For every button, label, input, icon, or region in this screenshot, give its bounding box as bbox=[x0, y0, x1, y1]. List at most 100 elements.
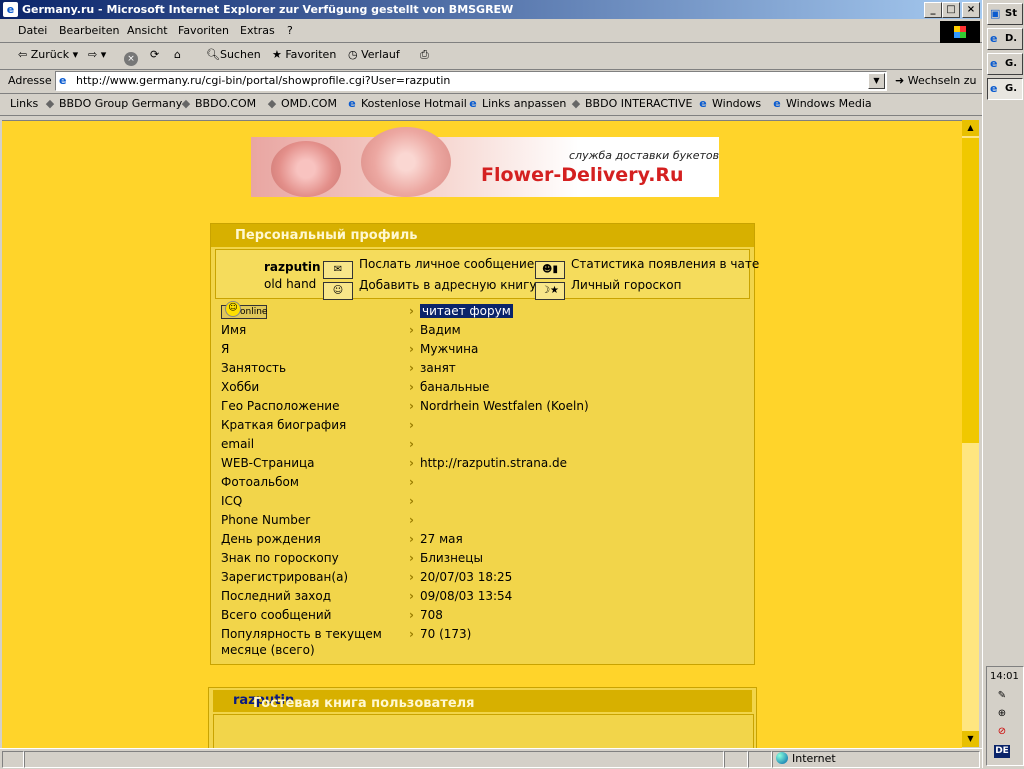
vertical-scrollbar[interactable]: ▲ ▼ bbox=[962, 120, 979, 747]
profile-row: Я › Мужчина bbox=[221, 342, 479, 356]
windows-logo-icon bbox=[940, 21, 980, 43]
system-tray: 14:01 ✎ ⊕ ⊘ DE bbox=[986, 666, 1024, 766]
back-button[interactable]: ⇦ Zurück ▾ bbox=[18, 48, 78, 61]
chat-stats-icon: ☻▮ bbox=[535, 261, 565, 279]
title-bar: e Germany.ru - Microsoft Internet Explor… bbox=[0, 0, 982, 19]
guestbook-header: Гостевая книга пользователя razputin bbox=[213, 690, 752, 712]
history-button[interactable]: ◷ Verlauf bbox=[348, 48, 400, 61]
profile-row: Занятость › занят bbox=[221, 361, 456, 375]
maximize-button[interactable]: □ bbox=[942, 2, 960, 18]
pencil-tray-icon[interactable]: ✎ bbox=[995, 689, 1009, 703]
profile-row: ICQ › bbox=[221, 494, 414, 508]
arrow-icon: › bbox=[409, 456, 414, 470]
profile-row: email › bbox=[221, 437, 414, 451]
status-page-icon bbox=[2, 751, 24, 768]
link-hotmail[interactable]: Kostenlose Hotmail bbox=[346, 97, 467, 110]
profile-row: Гео Расположение › Nordrhein Westfalen (Ko… bbox=[221, 399, 589, 413]
search-button[interactable]: 🔍︎Suchen bbox=[206, 48, 261, 61]
profile-row: WEB-Страница › http://razputin.strana.de bbox=[221, 456, 568, 470]
banner-brand: Flower-Delivery.Ru bbox=[481, 164, 684, 186]
addressbook-icon: ☺ bbox=[323, 282, 353, 300]
message-icon: ✉ bbox=[323, 261, 353, 279]
chat-stats-link[interactable]: ☻▮ Статистика появления в чате bbox=[535, 257, 759, 279]
smiley-icon: ☺ bbox=[225, 301, 241, 317]
ie-icon: e bbox=[990, 32, 998, 45]
globe-icon bbox=[776, 752, 788, 764]
rose-image bbox=[361, 127, 451, 197]
horoscope-link[interactable]: ☽★ Личный гороскоп bbox=[535, 278, 681, 300]
menu-bearbeiten[interactable]: Bearbeiten bbox=[59, 24, 119, 37]
taskbar-item[interactable]: e G. bbox=[987, 53, 1023, 75]
address-input[interactable]: e http://www.germany.ru/cgi-bin/portal/s… bbox=[55, 71, 887, 91]
arrow-icon: › bbox=[409, 304, 414, 318]
profile-row: Всего сообщений › 708 bbox=[221, 608, 443, 622]
menu-bar: Datei Bearbeiten Ansicht Favoriten Extra… bbox=[0, 19, 982, 43]
menu-favoriten[interactable]: Favoriten bbox=[178, 24, 229, 37]
arrow-icon: › bbox=[409, 380, 414, 394]
arrow-icon: › bbox=[409, 437, 414, 451]
web-page-link[interactable]: http://razputin.strana.de bbox=[420, 456, 567, 470]
minimize-button[interactable]: _ bbox=[924, 2, 942, 18]
profile-row: Хобби › банальные bbox=[221, 380, 490, 394]
user-info: razputin old hand ✉ Послать личное сообще… bbox=[215, 249, 759, 300]
stop-icon: × bbox=[124, 52, 138, 66]
arrow-icon: › bbox=[409, 494, 414, 508]
link-bbdo-group[interactable]: BBDO Group Germany bbox=[44, 97, 182, 110]
favorites-button[interactable]: ★ Favoriten bbox=[272, 48, 336, 61]
link-windows-media[interactable]: Windows Media bbox=[771, 97, 872, 110]
profile-row: Фотоальбом › bbox=[221, 475, 414, 489]
link-omd-com[interactable]: OMD.COM bbox=[266, 97, 337, 110]
antivirus-tray-icon[interactable]: ⊘ bbox=[995, 725, 1009, 739]
link-bbdo-interactive[interactable]: BBDO INTERACTIVE bbox=[570, 97, 693, 110]
toolbar: ⇦ Zurück ▾ ⇨ ▾ × ⟳ ⌂ 🔍︎Suchen ★ Favorite… bbox=[0, 43, 982, 70]
clock: 14:01 bbox=[990, 671, 1019, 682]
menu-help[interactable]: ? bbox=[287, 24, 293, 37]
menu-extras[interactable]: Extras bbox=[240, 24, 275, 37]
link-windows[interactable]: Windows bbox=[697, 97, 761, 110]
search-icon: 🔍︎ bbox=[206, 48, 220, 61]
add-addressbook-link[interactable]: ☺ Добавить в адресную книгу bbox=[323, 278, 537, 300]
link-anpassen[interactable]: Links anpassen bbox=[467, 97, 566, 110]
language-indicator[interactable]: DE bbox=[994, 745, 1010, 758]
network-tray-icon[interactable]: ⊕ bbox=[995, 707, 1009, 721]
ie-icon: e bbox=[990, 82, 998, 95]
refresh-icon: ⟳ bbox=[150, 48, 160, 61]
address-dropdown-icon[interactable]: ▼ bbox=[868, 73, 885, 89]
links-bar: Links BBDO Group Germany BBDO.COM OMD.CO… bbox=[0, 94, 982, 116]
scroll-up-icon[interactable]: ▲ bbox=[962, 120, 979, 136]
profile-row-online: ☺ online › читает форум bbox=[221, 301, 741, 322]
guestbook-title: Гостевая книга пользователя bbox=[253, 696, 475, 711]
links-label: Links bbox=[10, 97, 39, 110]
address-url: http://www.germany.ru/cgi-bin/portal/sho… bbox=[76, 74, 451, 87]
status-text bbox=[24, 751, 724, 768]
flower-delivery-banner[interactable]: служба доставки букетов Flower-Delivery.… bbox=[251, 127, 719, 197]
scroll-down-icon[interactable]: ▼ bbox=[962, 731, 979, 747]
print-icon: ⎙ bbox=[420, 48, 429, 61]
page-icon: e bbox=[59, 74, 67, 87]
scroll-thumb[interactable] bbox=[962, 138, 979, 443]
arrow-icon: › bbox=[409, 418, 414, 432]
taskbar-item-active[interactable]: e G. bbox=[987, 78, 1023, 100]
menu-ansicht[interactable]: Ansicht bbox=[127, 24, 168, 37]
profile-row-popularity: Популярность в текущем месяце (всего) › … bbox=[221, 627, 472, 657]
stop-button[interactable]: × bbox=[124, 48, 141, 66]
guestbook-panel: Гостевая книга пользователя razputin bbox=[208, 687, 757, 748]
refresh-button[interactable]: ⟳ bbox=[150, 48, 159, 61]
rose-image bbox=[271, 141, 341, 197]
home-button[interactable]: ⌂ bbox=[174, 48, 181, 61]
link-bbdo-com[interactable]: BBDO.COM bbox=[180, 97, 256, 110]
menu-datei[interactable]: Datei bbox=[18, 24, 47, 37]
forward-button[interactable]: ⇨ ▾ bbox=[88, 48, 106, 61]
taskbar-item[interactable]: e D. bbox=[987, 28, 1023, 50]
address-bar: Adresse e http://www.germany.ru/cgi-bin/… bbox=[0, 70, 982, 94]
print-button[interactable]: ⎙ bbox=[420, 48, 429, 62]
profile-row: Знак по гороскопу › Близнецы bbox=[221, 551, 483, 565]
taskbar-item[interactable]: ▣ St bbox=[987, 3, 1023, 25]
status-value: читает форум bbox=[420, 304, 513, 318]
go-button[interactable]: ➜ Wechseln zu bbox=[895, 74, 977, 87]
user-rank: old hand bbox=[264, 277, 317, 291]
close-button[interactable]: × bbox=[962, 2, 980, 18]
username: razputin bbox=[264, 260, 321, 274]
send-message-link[interactable]: ✉ Послать личное сообщение bbox=[323, 257, 534, 279]
page-content: служба доставки букетов Flower-Delivery.… bbox=[2, 120, 962, 748]
